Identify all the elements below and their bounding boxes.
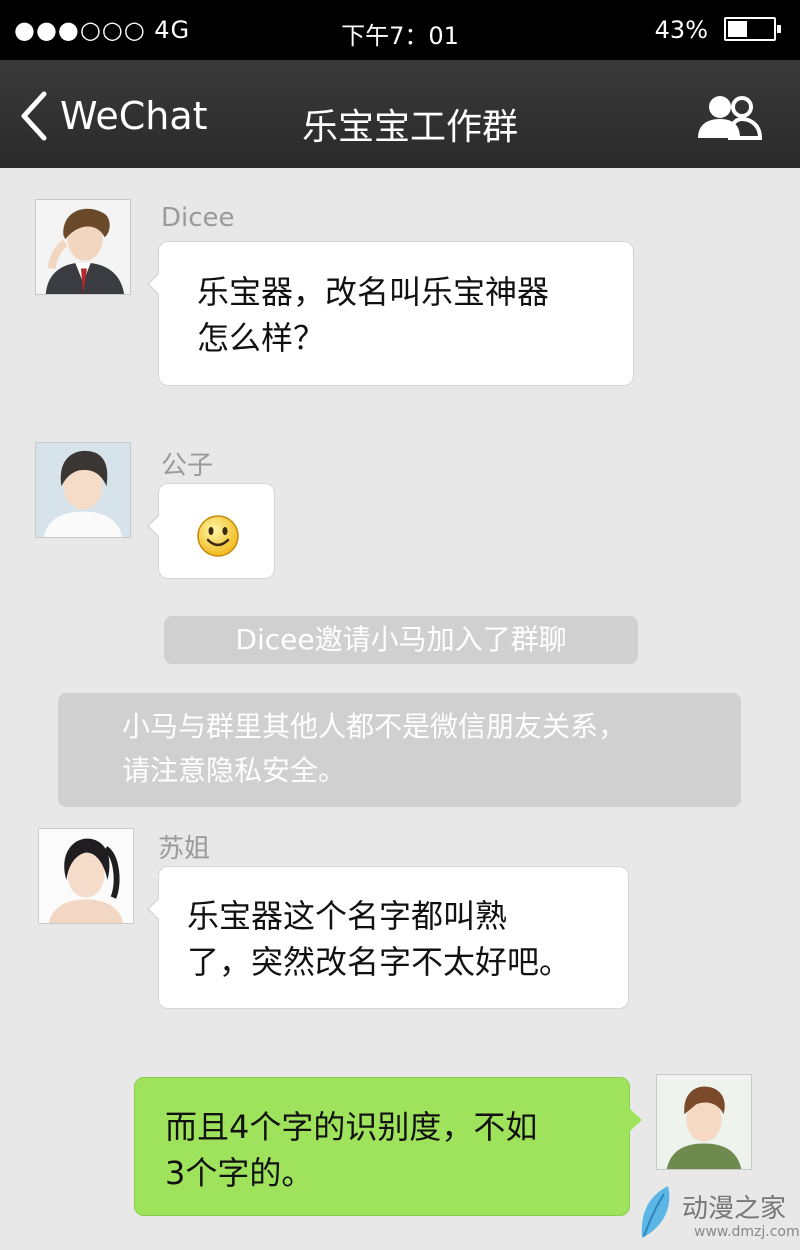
battery-icon bbox=[724, 17, 781, 41]
system-message: Dicee邀请小马加入了群聊 bbox=[164, 616, 638, 664]
sender-name: 公子 bbox=[161, 451, 214, 481]
watermark-brand: 动漫之家 bbox=[682, 1194, 787, 1224]
nav-bar: WeChat 乐宝宝工作群 bbox=[0, 60, 800, 168]
my-message-bubble[interactable]: 而且4个字的识别度，不如 3个字的。 bbox=[134, 1077, 642, 1216]
smiley-emoji-icon bbox=[197, 515, 239, 557]
group-members-icon[interactable] bbox=[696, 94, 764, 140]
watermark: 动漫之家 www.dmzj.com bbox=[632, 1182, 800, 1250]
status-bar: ●●●○○○ 4G 下午7：01 43% bbox=[0, 0, 800, 60]
watermark-url: www.dmzj.com bbox=[694, 1224, 800, 1240]
chat-title: 乐宝宝工作群 bbox=[301, 107, 518, 148]
back-label: WeChat bbox=[60, 94, 208, 138]
message-bubble[interactable] bbox=[147, 483, 275, 579]
avatar-me[interactable] bbox=[656, 1074, 752, 1170]
message-text: 乐宝器这个名字都叫熟 了，突然改名字不太好吧。 bbox=[187, 897, 572, 981]
sender-name: 苏姐 bbox=[158, 834, 211, 864]
battery-fill bbox=[728, 21, 747, 37]
avatar-sujie[interactable] bbox=[38, 828, 134, 924]
message-text: 乐宝器，改名叫乐宝神器 怎么样？ bbox=[197, 273, 550, 357]
back-button[interactable]: WeChat bbox=[18, 90, 208, 142]
message-bubble[interactable]: 乐宝器，改名叫乐宝神器 怎么样？ bbox=[147, 241, 634, 386]
avatar-gongzi[interactable] bbox=[35, 442, 131, 538]
avatar-dicee[interactable] bbox=[35, 199, 131, 295]
battery-percent: 43% bbox=[654, 16, 708, 44]
sender-name: Dicee bbox=[161, 203, 235, 233]
message-text: 而且4个字的识别度，不如 3个字的。 bbox=[165, 1108, 538, 1192]
privacy-notice: 小马与群里其他人都不是微信朋友关系， 请注意隐私安全。 bbox=[58, 693, 741, 807]
message-bubble[interactable]: 乐宝器这个名字都叫熟 了，突然改名字不太好吧。 bbox=[147, 866, 629, 1009]
battery-tip bbox=[777, 25, 781, 33]
feather-logo-icon bbox=[641, 1186, 670, 1238]
chevron-left-icon bbox=[21, 91, 47, 141]
